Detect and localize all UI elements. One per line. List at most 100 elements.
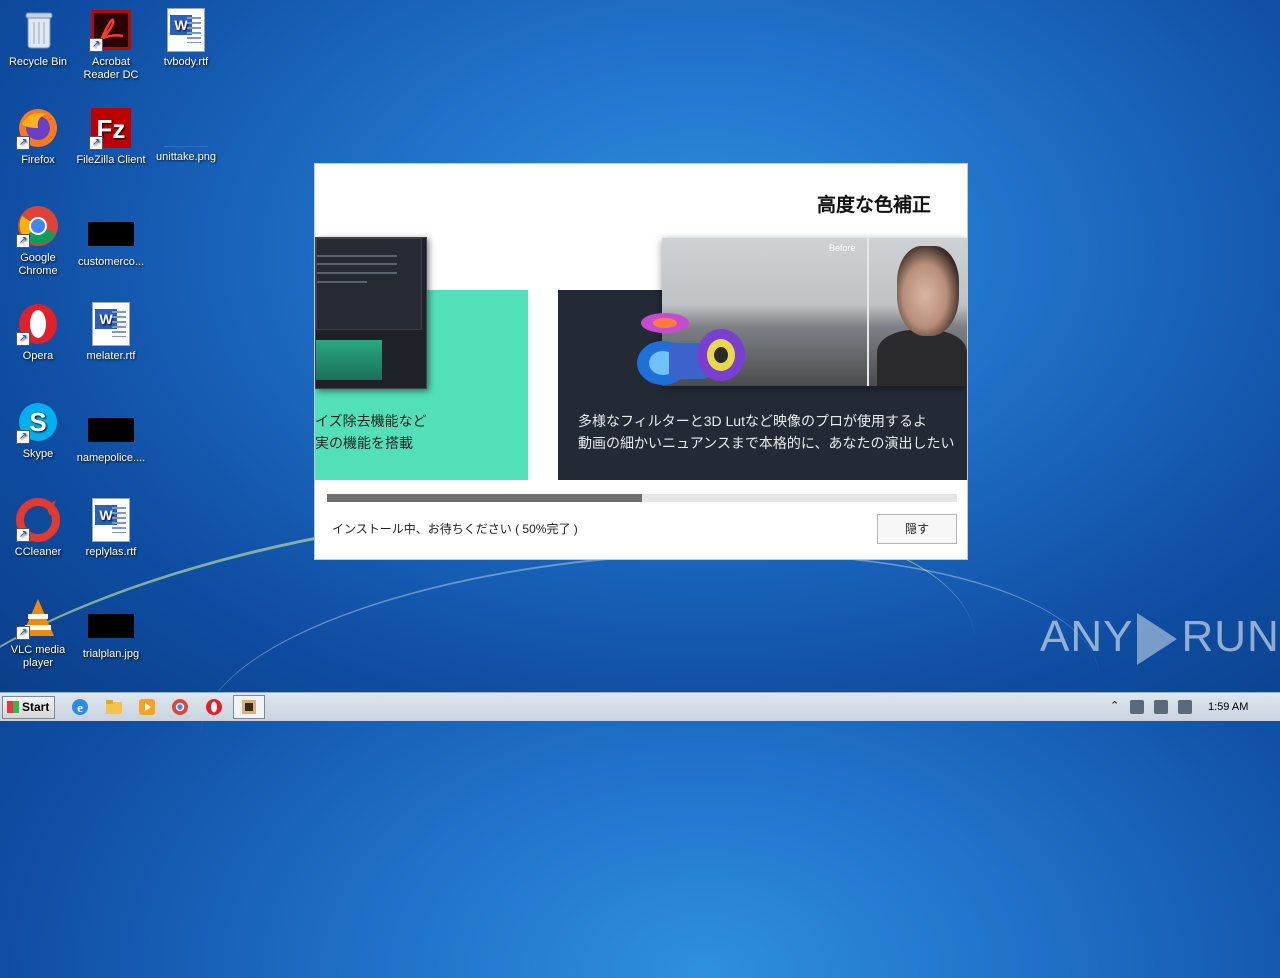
internet-explorer-icon[interactable]: e (70, 697, 90, 717)
shortcut-arrow-icon: ↗ (16, 626, 30, 640)
photo-figure (877, 330, 967, 386)
chrome-taskbar-icon[interactable] (170, 697, 190, 717)
desktop-icon-recycle-bin[interactable]: Recycle Bin (0, 8, 76, 69)
install-progress-fill (327, 494, 642, 502)
start-label: Start (22, 700, 50, 714)
before-label: Before (829, 243, 856, 253)
editor-panel (316, 238, 422, 330)
action-center-flag-icon[interactable] (1178, 700, 1192, 714)
anyrun-watermark: ANY RUN (1040, 612, 1280, 666)
slide-left-line: イズ除去機能など (315, 413, 427, 429)
slide-right-line: 動画の細かいニュアンスまで本格的に、あなたの演出したい (578, 435, 955, 451)
desktop-icon-skype[interactable]: S ↗ Skype (0, 400, 76, 461)
installer-taskbar-button[interactable] (233, 695, 265, 719)
file-explorer-icon[interactable] (104, 697, 124, 717)
chrome-icon: ↗ (16, 204, 60, 248)
vlc-icon: ↗ (16, 596, 60, 640)
acrobat-icon: ↗ (89, 8, 133, 52)
media-player-icon[interactable] (137, 697, 157, 717)
file-thumbnail (88, 614, 134, 638)
icon-label: unittake.png (156, 151, 216, 163)
shortcut-arrow-icon: ↗ (16, 136, 30, 150)
slide-title: 高度な色補正 (816, 195, 931, 216)
icon-label: Recycle Bin (8, 56, 68, 68)
icon-label: namepolice.... (76, 452, 146, 464)
icon-label: tvbody.rtf (163, 56, 209, 68)
icon-label: Skype (22, 448, 54, 460)
icon-label: Firefox (21, 154, 55, 166)
image-file-icon (164, 126, 208, 147)
shortcut-arrow-icon: ↗ (16, 332, 30, 346)
camera-lens-illustration (629, 303, 749, 393)
photo-face (897, 246, 959, 336)
desktop-icon-unittake[interactable]: unittake.png (148, 106, 224, 164)
recycle-bin-icon (16, 8, 60, 52)
desktop-icon-namepolice[interactable]: namepolice.... (73, 400, 149, 465)
icon-label: replylas.rtf (85, 546, 137, 558)
svg-text:e: e (77, 700, 83, 715)
icon-label: VLC media player (10, 644, 66, 669)
audio-waveform (316, 340, 382, 380)
volume-icon[interactable] (1154, 700, 1168, 714)
desktop-icon-trialplan[interactable]: trialplan.jpg (73, 596, 149, 661)
icon-label: Acrobat Reader DC (83, 56, 139, 81)
opera-taskbar-icon[interactable] (204, 697, 224, 717)
desktop-icon-tvbody[interactable]: W tvbody.rtf (148, 8, 224, 69)
file-thumbnail (88, 222, 134, 246)
desktop-icon-vlc[interactable]: ↗ VLC media player (0, 596, 76, 670)
slide-right-text: 多様なフィルターと3D Lutなど映像のプロが使用するよ 動画の細かいニュアンス… (578, 410, 954, 454)
slider-track (317, 263, 397, 265)
opera-icon: ↗ (16, 302, 60, 346)
start-button[interactable]: Start (2, 696, 55, 719)
desktop-icon-firefox[interactable]: ↗ Firefox (0, 106, 76, 167)
icon-label: customerco... (77, 256, 145, 268)
network-icon[interactable] (1130, 700, 1144, 714)
shortcut-arrow-icon: ↗ (89, 136, 103, 150)
slider-track (317, 272, 397, 274)
desktop-icon-filezilla[interactable]: Fz ↗ FileZilla Client (73, 106, 149, 167)
shortcut-arrow-icon: ↗ (89, 38, 103, 52)
ccleaner-icon: ↗ (16, 498, 60, 542)
firefox-icon: ↗ (16, 106, 60, 150)
editor-screenshot (315, 237, 427, 389)
watermark-text: RUN (1181, 612, 1280, 661)
icon-label: melater.rtf (86, 350, 136, 362)
desktop-icon-chrome[interactable]: ↗ Google Chrome (0, 204, 76, 278)
shortcut-arrow-icon: ↗ (16, 430, 30, 444)
taskbar-clock[interactable]: 1:59 AM (1208, 701, 1248, 713)
shortcut-arrow-icon: ↗ (16, 234, 30, 248)
installer-dialog: 高度な色補正 イズ除去機能など 実の機能を搭載 多様なフィルターと3D Lutな… (314, 163, 968, 560)
desktop-icon-ccleaner[interactable]: ↗ CCleaner (0, 498, 76, 559)
word-document-icon: W (92, 498, 130, 542)
slide-left-text: イズ除去機能など 実の機能を搭載 (315, 410, 427, 454)
word-document-icon: W (167, 8, 205, 52)
install-progress-bar (327, 494, 957, 502)
file-thumbnail (88, 418, 134, 442)
taskbar: Start e ⌃ 1:59 AM (0, 692, 1280, 721)
show-hidden-icons-icon[interactable]: ⌃ (1110, 699, 1119, 712)
desktop-icon-melater[interactable]: W melater.rtf (73, 302, 149, 363)
before-after-divider (867, 238, 869, 386)
icon-label: FileZilla Client (76, 154, 146, 166)
desktop-icon-opera[interactable]: ↗ Opera (0, 302, 76, 363)
icon-label: Opera (22, 350, 54, 362)
watermark-text: ANY (1040, 612, 1134, 661)
desktop-icon-customerco[interactable]: customerco... (73, 204, 149, 269)
hide-button[interactable]: 隠す (877, 514, 957, 544)
slide-left-line: 実の機能を搭載 (315, 435, 413, 451)
word-document-icon: W (92, 302, 130, 346)
slide-right-line: 多様なフィルターと3D Lutなど映像のプロが使用するよ (578, 413, 927, 429)
skype-icon: S ↗ (16, 400, 60, 444)
svg-text:S: S (29, 407, 46, 437)
system-tray: ⌃ (1104, 693, 1280, 721)
desktop-icon-acrobat[interactable]: ↗ Acrobat Reader DC (73, 8, 149, 82)
shortcut-arrow-icon: ↗ (16, 528, 30, 542)
windows-flag-icon (7, 701, 19, 713)
slider-track (317, 281, 367, 283)
desktop-icon-replylas[interactable]: W replylas.rtf (73, 498, 149, 559)
install-status-text: インストール中、お待ちください ( 50%完了 ) (332, 522, 578, 536)
icon-label: Google Chrome (18, 252, 58, 277)
icon-label: trialplan.jpg (82, 648, 140, 660)
slider-track (317, 255, 397, 257)
icon-label: CCleaner (14, 546, 62, 558)
